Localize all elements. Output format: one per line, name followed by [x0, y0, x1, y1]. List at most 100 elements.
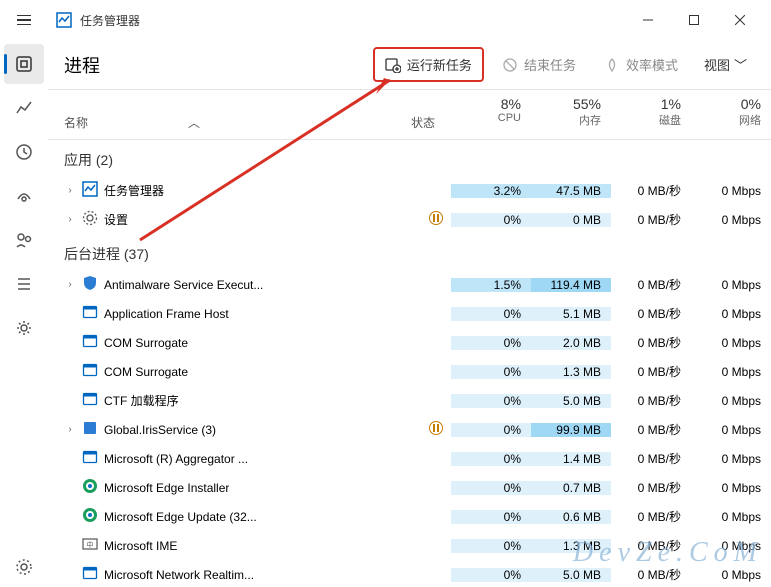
process-name: CTF 加载程序 — [104, 392, 179, 409]
memory-cell: 47.5 MB — [531, 184, 611, 198]
memory-cell: 1.3 MB — [531, 539, 611, 553]
process-icon — [82, 420, 98, 439]
process-row[interactable]: COM Surrogate 0% 1.3 MB 0 MB/秒 0 Mbps — [48, 357, 771, 386]
process-icon — [82, 333, 98, 352]
process-icon — [82, 507, 98, 526]
process-name: COM Surrogate — [104, 365, 188, 379]
network-cell: 0 Mbps — [691, 510, 771, 524]
process-row[interactable]: Microsoft Edge Installer 0% 0.7 MB 0 MB/… — [48, 473, 771, 502]
nav-startup[interactable] — [4, 176, 44, 216]
hamburger-menu-button[interactable] — [8, 4, 40, 36]
process-name: Microsoft Edge Installer — [104, 481, 229, 495]
gear-icon — [15, 558, 33, 576]
process-name: 任务管理器 — [104, 182, 164, 199]
disk-cell: 0 MB/秒 — [611, 305, 691, 322]
process-name: 设置 — [104, 211, 128, 228]
col-disk-header[interactable]: 1%磁盘 — [611, 90, 691, 139]
titlebar: 任务管理器 — [0, 0, 771, 40]
disk-cell: 0 MB/秒 — [611, 450, 691, 467]
expand-icon[interactable]: › — [64, 185, 76, 196]
nav-rail — [0, 40, 48, 587]
nav-services[interactable] — [4, 308, 44, 348]
cpu-cell: 3.2% — [451, 184, 531, 198]
nav-users[interactable] — [4, 220, 44, 260]
process-row[interactable]: Microsoft Edge Update (32... 0% 0.6 MB 0… — [48, 502, 771, 531]
nav-performance[interactable] — [4, 88, 44, 128]
process-icon — [82, 565, 98, 584]
cpu-cell: 0% — [451, 394, 531, 408]
process-row[interactable]: CTF 加载程序 0% 5.0 MB 0 MB/秒 0 Mbps — [48, 386, 771, 415]
process-name: Microsoft Edge Update (32... — [104, 510, 257, 524]
process-row[interactable]: › Antimalware Service Execut... 1.5% 119… — [48, 270, 771, 299]
cpu-cell: 0% — [451, 452, 531, 466]
process-row[interactable]: › Global.IrisService (3) 0% 99.9 MB 0 MB… — [48, 415, 771, 444]
col-status-header[interactable]: 状态 — [411, 114, 435, 131]
chevron-down-icon: ﹀ — [734, 55, 747, 74]
process-row[interactable]: Application Frame Host 0% 5.1 MB 0 MB/秒 … — [48, 299, 771, 328]
col-name-header[interactable]: 名称 — [64, 114, 88, 131]
process-row[interactable]: COM Surrogate 0% 2.0 MB 0 MB/秒 0 Mbps — [48, 328, 771, 357]
process-name: Microsoft Network Realtim... — [104, 568, 254, 582]
disk-cell: 0 MB/秒 — [611, 508, 691, 525]
maximize-button[interactable] — [671, 4, 717, 36]
process-status — [421, 211, 451, 228]
disk-cell: 0 MB/秒 — [611, 537, 691, 554]
cpu-cell: 0% — [451, 365, 531, 379]
view-dropdown[interactable]: 视图 ﹀ — [696, 51, 755, 78]
process-name: COM Surrogate — [104, 336, 188, 350]
network-cell: 0 Mbps — [691, 278, 771, 292]
process-row[interactable]: › 设置 0% 0 MB 0 MB/秒 0 Mbps — [48, 205, 771, 234]
memory-cell: 0.6 MB — [531, 510, 611, 524]
memory-cell: 1.3 MB — [531, 365, 611, 379]
col-memory-header[interactable]: 55%内存 — [531, 90, 611, 139]
run-new-task-button[interactable]: 运行新任务 — [373, 47, 484, 82]
nav-processes[interactable] — [4, 44, 44, 84]
col-cpu-header[interactable]: 8%CPU — [451, 90, 531, 139]
disk-cell: 0 MB/秒 — [611, 276, 691, 293]
cpu-cell: 0% — [451, 307, 531, 321]
nav-settings[interactable] — [4, 547, 44, 587]
memory-cell: 5.0 MB — [531, 568, 611, 582]
process-icon — [82, 362, 98, 381]
view-label: 视图 — [704, 55, 730, 74]
processes-icon — [15, 55, 33, 73]
cpu-cell: 0% — [451, 539, 531, 553]
nav-details[interactable] — [4, 264, 44, 304]
network-cell: 0 Mbps — [691, 481, 771, 495]
cpu-cell: 0% — [451, 336, 531, 350]
nav-app-history[interactable] — [4, 132, 44, 172]
end-task-icon — [502, 57, 518, 73]
process-row[interactable]: Microsoft (R) Aggregator ... 0% 1.4 MB 0… — [48, 444, 771, 473]
col-network-header[interactable]: 0%网络 — [691, 90, 771, 139]
network-cell: 0 Mbps — [691, 336, 771, 350]
page-header: 进程 运行新任务 结束任务 效率模式 视图 ﹀ — [48, 40, 771, 90]
users-icon — [15, 231, 33, 249]
cpu-cell: 0% — [451, 568, 531, 582]
cpu-cell: 0% — [451, 213, 531, 227]
page-title: 进程 — [64, 52, 100, 78]
process-icon — [82, 391, 98, 410]
process-row[interactable]: Microsoft Network Realtim... 0% 5.0 MB 0… — [48, 560, 771, 587]
history-icon — [15, 143, 33, 161]
end-task-button[interactable]: 结束任务 — [492, 49, 586, 80]
process-list[interactable]: 应用 (2) › 任务管理器 3.2% 47.5 MB 0 MB/秒 0 Mbp… — [48, 140, 771, 587]
process-icon — [82, 275, 98, 294]
process-row[interactable]: › 任务管理器 3.2% 47.5 MB 0 MB/秒 0 Mbps — [48, 176, 771, 205]
process-row[interactable]: 中 Microsoft IME 0% 1.3 MB 0 MB/秒 0 Mbps — [48, 531, 771, 560]
disk-cell: 0 MB/秒 — [611, 566, 691, 583]
disk-cell: 0 MB/秒 — [611, 334, 691, 351]
network-cell: 0 Mbps — [691, 213, 771, 227]
expand-icon[interactable]: › — [64, 424, 76, 435]
process-status — [421, 421, 451, 438]
run-new-task-label: 运行新任务 — [407, 55, 472, 74]
close-button[interactable] — [717, 4, 763, 36]
cpu-cell: 0% — [451, 423, 531, 437]
network-cell: 0 Mbps — [691, 452, 771, 466]
run-task-icon — [385, 57, 401, 73]
process-name: Application Frame Host — [104, 307, 229, 321]
expand-icon[interactable]: › — [64, 279, 76, 290]
memory-cell: 0 MB — [531, 213, 611, 227]
efficiency-mode-button[interactable]: 效率模式 — [594, 49, 688, 80]
expand-icon[interactable]: › — [64, 214, 76, 225]
minimize-button[interactable] — [625, 4, 671, 36]
